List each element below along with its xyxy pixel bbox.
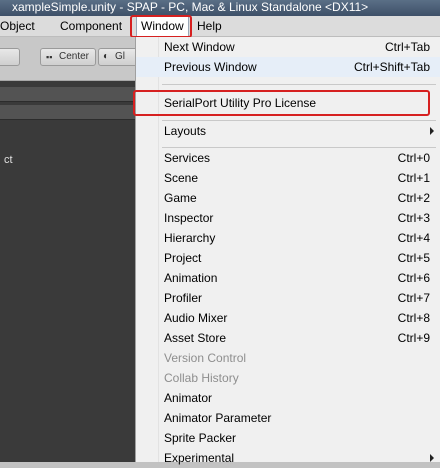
handle-global-label: Gl <box>115 51 125 62</box>
menu-item-game[interactable]: Game Ctrl+2 <box>136 188 440 208</box>
menu-item-label: Version Control <box>164 351 247 365</box>
submenu-arrow-icon <box>430 454 434 462</box>
menu-item-previous-window[interactable]: Previous Window Ctrl+Shift+Tab <box>136 57 440 77</box>
window-menu-highlight-box <box>130 15 192 38</box>
handle-global-button[interactable]: ◐ Gl <box>98 48 138 66</box>
menu-item-label: Services <box>164 151 211 165</box>
menu-item-profiler[interactable]: Profiler Ctrl+7 <box>136 288 440 308</box>
menu-item-collab-history: Collab History <box>136 368 440 388</box>
menu-item-label: Layouts <box>164 124 207 138</box>
license-item-highlight-box <box>133 90 430 116</box>
menu-item-sprite-packer[interactable]: Sprite Packer <box>136 428 440 448</box>
menu-item-shortcut: Ctrl+2 <box>397 191 430 205</box>
menu-item-layouts[interactable]: Layouts <box>136 121 440 141</box>
menu-item-scene[interactable]: Scene Ctrl+1 <box>136 168 440 188</box>
menu-item-label: Inspector <box>164 211 214 225</box>
menu-separator <box>162 84 436 85</box>
menu-item-label: Project <box>164 251 202 265</box>
menu-item-label: Collab History <box>164 371 239 385</box>
menu-item-experimental[interactable]: Experimental <box>136 448 440 468</box>
menu-item-shortcut: Ctrl+6 <box>397 271 430 285</box>
submenu-arrow-icon <box>430 127 434 135</box>
menu-item-shortcut: Ctrl+3 <box>397 211 430 225</box>
menu-bar: Object Component Window Help <box>0 16 440 37</box>
menu-item-label: Audio Mixer <box>164 311 228 325</box>
menu-item-shortcut: Ctrl+0 <box>397 151 430 165</box>
menu-item-asset-store[interactable]: Asset Store Ctrl+9 <box>136 328 440 348</box>
menu-item-shortcut: Ctrl+1 <box>397 171 430 185</box>
menu-item-version-control: Version Control <box>136 348 440 368</box>
menu-item-services[interactable]: Services Ctrl+0 <box>136 148 440 168</box>
menu-item-animation[interactable]: Animation Ctrl+6 <box>136 268 440 288</box>
window-title-bar: xampleSimple.unity - SPAP - PC, Mac & Li… <box>0 0 440 16</box>
menu-item-hierarchy[interactable]: Hierarchy Ctrl+4 <box>136 228 440 248</box>
menu-item-label: Previous Window <box>164 60 257 74</box>
panel-header-strip <box>0 87 135 102</box>
menu-item-label: Scene <box>164 171 199 185</box>
pivot-center-button[interactable]: ▪▪ Center <box>40 48 96 66</box>
menu-item-label: Profiler <box>164 291 203 305</box>
menu-item-label: Asset Store <box>164 331 227 345</box>
menu-item-inspector[interactable]: Inspector Ctrl+3 <box>136 208 440 228</box>
menu-item-shortcut: Ctrl+Shift+Tab <box>353 60 430 74</box>
menu-item-project[interactable]: Project Ctrl+5 <box>136 248 440 268</box>
scene-toolbar: ▪▪ Center ◐ Gl <box>0 37 138 81</box>
menu-item-label: Hierarchy <box>164 231 216 245</box>
menu-help[interactable]: Help <box>197 16 222 37</box>
window-title: xampleSimple.unity - SPAP - PC, Mac & Li… <box>12 0 369 14</box>
panel-search-strip <box>0 105 135 120</box>
menu-gameobject[interactable]: Object <box>0 16 35 37</box>
menu-item-label: Sprite Packer <box>164 431 237 445</box>
menu-item-animator-parameter[interactable]: Animator Parameter <box>136 408 440 428</box>
project-panel: ct <box>0 81 135 462</box>
panel-text: ct <box>4 154 13 166</box>
menu-item-next-window[interactable]: Next Window Ctrl+Tab <box>136 37 440 57</box>
menu-item-label: Experimental <box>164 451 235 465</box>
globe-icon: ◐ <box>103 51 110 62</box>
menu-item-shortcut: Ctrl+5 <box>397 251 430 265</box>
menu-item-shortcut: Ctrl+7 <box>397 291 430 305</box>
menu-component[interactable]: Component <box>60 16 122 37</box>
menu-item-animator[interactable]: Animator <box>136 388 440 408</box>
menu-item-label: Animator Parameter <box>164 411 272 425</box>
menu-item-label: Game <box>164 191 197 205</box>
menu-item-shortcut: Ctrl+8 <box>397 311 430 325</box>
menu-item-shortcut: Ctrl+9 <box>397 331 430 345</box>
menu-item-label: Next Window <box>164 40 235 54</box>
pivot-icon: ▪▪ <box>46 52 53 62</box>
menu-item-shortcut: Ctrl+Tab <box>384 40 430 54</box>
pivot-center-label: Center <box>59 51 90 62</box>
menu-item-shortcut: Ctrl+4 <box>397 231 430 245</box>
menu-item-audio-mixer[interactable]: Audio Mixer Ctrl+8 <box>136 308 440 328</box>
menu-item-label: Animator <box>164 391 213 405</box>
menu-item-label: Animation <box>164 271 218 285</box>
toolbar-button[interactable] <box>0 48 20 66</box>
